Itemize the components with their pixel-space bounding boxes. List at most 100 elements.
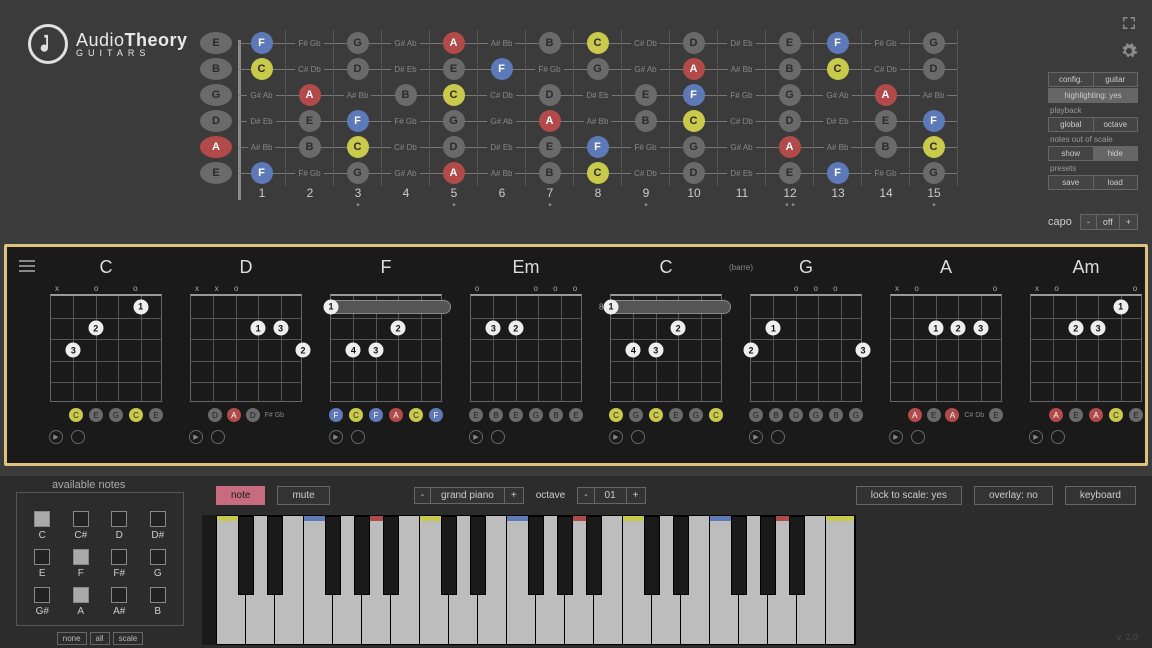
fret-note[interactable]: D <box>779 110 801 132</box>
note-mode-button[interactable]: note <box>216 486 265 505</box>
fret-note[interactable]: G <box>347 32 369 54</box>
fret-note[interactable]: G <box>443 110 465 132</box>
fret-cell[interactable]: F# Gb <box>286 30 334 56</box>
fret-note[interactable]: E <box>443 58 465 80</box>
chord-option-button[interactable] <box>71 430 85 444</box>
open-string-note[interactable]: E <box>200 162 232 184</box>
instrument-prev-button[interactable]: - <box>414 487 431 504</box>
fret-note[interactable]: F <box>251 32 273 54</box>
fret-cell[interactable]: G# Ab <box>814 82 862 108</box>
note-checkbox[interactable] <box>34 587 50 603</box>
fret-cell[interactable]: F <box>670 82 718 108</box>
preset-load-button[interactable]: load <box>1094 175 1139 190</box>
instrument-stepper[interactable]: - grand piano + <box>414 487 524 504</box>
fret-cell[interactable]: A# Bb <box>814 134 862 160</box>
note-checkbox[interactable] <box>34 511 50 527</box>
fret-note[interactable]: A <box>299 84 321 106</box>
fret-cell[interactable]: D <box>766 108 814 134</box>
black-key[interactable] <box>644 516 661 595</box>
fret-cell[interactable]: G# Ab <box>622 56 670 82</box>
guitar-button[interactable]: guitar <box>1094 72 1139 87</box>
fret-note[interactable]: G <box>923 32 945 54</box>
fret-cell[interactable]: A# Bb <box>718 56 766 82</box>
chord-option-button[interactable] <box>1051 430 1065 444</box>
fret-note[interactable]: F <box>827 32 849 54</box>
chord-grid[interactable]: 1234 <box>330 294 442 402</box>
fret-cell[interactable]: F <box>814 160 862 186</box>
instrument-next-button[interactable]: + <box>504 487 524 504</box>
fret-cell[interactable]: G <box>766 82 814 108</box>
note-checkbox[interactable] <box>150 549 166 565</box>
fret-cell[interactable]: D <box>670 30 718 56</box>
chord-option-button[interactable] <box>351 430 365 444</box>
overlay-toggle[interactable]: overlay: no <box>974 486 1053 505</box>
fret-cell[interactable]: F <box>814 30 862 56</box>
fret-cell[interactable]: B <box>622 108 670 134</box>
fret-note[interactable]: F <box>587 136 609 158</box>
open-string-note[interactable]: G <box>200 84 232 106</box>
fret-note[interactable]: C <box>683 110 705 132</box>
chord-play-button[interactable]: ▶ <box>1029 430 1043 444</box>
fret-cell[interactable]: A <box>286 82 334 108</box>
black-key[interactable] <box>470 516 487 595</box>
fret-cell[interactable]: D <box>334 56 382 82</box>
fret-note[interactable]: B <box>395 84 417 106</box>
chord-play-button[interactable]: ▶ <box>329 430 343 444</box>
chord-grid[interactable]: 18234 <box>610 294 722 402</box>
fret-cell[interactable]: G# Ab <box>382 30 430 56</box>
fret-note[interactable]: B <box>779 58 801 80</box>
fret-cell[interactable]: F <box>334 108 382 134</box>
fret-cell[interactable]: E <box>766 30 814 56</box>
black-key[interactable] <box>789 516 806 595</box>
fret-cell[interactable]: A <box>430 160 478 186</box>
fret-note[interactable]: C <box>587 32 609 54</box>
fret-note[interactable]: D <box>443 136 465 158</box>
fret-note[interactable]: C <box>251 58 273 80</box>
fret-note[interactable]: G <box>779 84 801 106</box>
fret-note[interactable]: D <box>683 32 705 54</box>
fret-note[interactable]: E <box>299 110 321 132</box>
fret-note[interactable]: C <box>923 136 945 158</box>
chord-option-button[interactable] <box>211 430 225 444</box>
fret-cell[interactable]: C <box>670 108 718 134</box>
fret-cell[interactable]: F# Gb <box>286 160 334 186</box>
chord-grid[interactable]: 23 <box>470 294 582 402</box>
black-key[interactable] <box>673 516 690 595</box>
note-checkbox[interactable] <box>150 587 166 603</box>
black-key[interactable] <box>760 516 777 595</box>
fret-note[interactable]: C <box>347 136 369 158</box>
gear-icon[interactable] <box>1120 42 1138 60</box>
avail-none-button[interactable]: none <box>57 632 87 645</box>
fret-note[interactable]: C <box>827 58 849 80</box>
expand-icon[interactable] <box>1120 14 1138 32</box>
chord-play-button[interactable]: ▶ <box>469 430 483 444</box>
fret-cell[interactable]: F <box>238 30 286 56</box>
keyboard-button[interactable]: keyboard <box>1065 486 1136 505</box>
fret-cell[interactable]: D# Eb <box>718 160 766 186</box>
fret-cell[interactable]: C# Db <box>382 134 430 160</box>
fret-cell[interactable]: F# Gb <box>526 56 574 82</box>
fret-cell[interactable]: G <box>334 160 382 186</box>
fret-cell[interactable]: E <box>430 56 478 82</box>
black-key[interactable] <box>383 516 400 595</box>
fret-cell[interactable]: G <box>670 134 718 160</box>
fret-note[interactable]: F <box>251 162 273 184</box>
avail-scale-button[interactable]: scale <box>113 632 144 645</box>
fret-cell[interactable]: F# Gb <box>622 134 670 160</box>
fret-note[interactable]: F <box>491 58 513 80</box>
fret-note[interactable]: F <box>347 110 369 132</box>
note-checkbox[interactable] <box>73 511 89 527</box>
fret-note[interactable]: A <box>875 84 897 106</box>
fret-cell[interactable]: A <box>670 56 718 82</box>
chord-play-button[interactable]: ▶ <box>749 430 763 444</box>
white-key[interactable] <box>826 516 855 644</box>
fret-note[interactable]: E <box>779 32 801 54</box>
chord-option-button[interactable] <box>631 430 645 444</box>
fret-cell[interactable]: F# Gb <box>382 108 430 134</box>
fret-cell[interactable]: F# Gb <box>718 82 766 108</box>
fret-cell[interactable]: B <box>526 30 574 56</box>
fret-note[interactable]: G <box>923 162 945 184</box>
octave-stepper[interactable]: - 01 + <box>577 487 645 504</box>
black-key[interactable] <box>325 516 342 595</box>
capo-minus-button[interactable]: - <box>1080 214 1097 230</box>
